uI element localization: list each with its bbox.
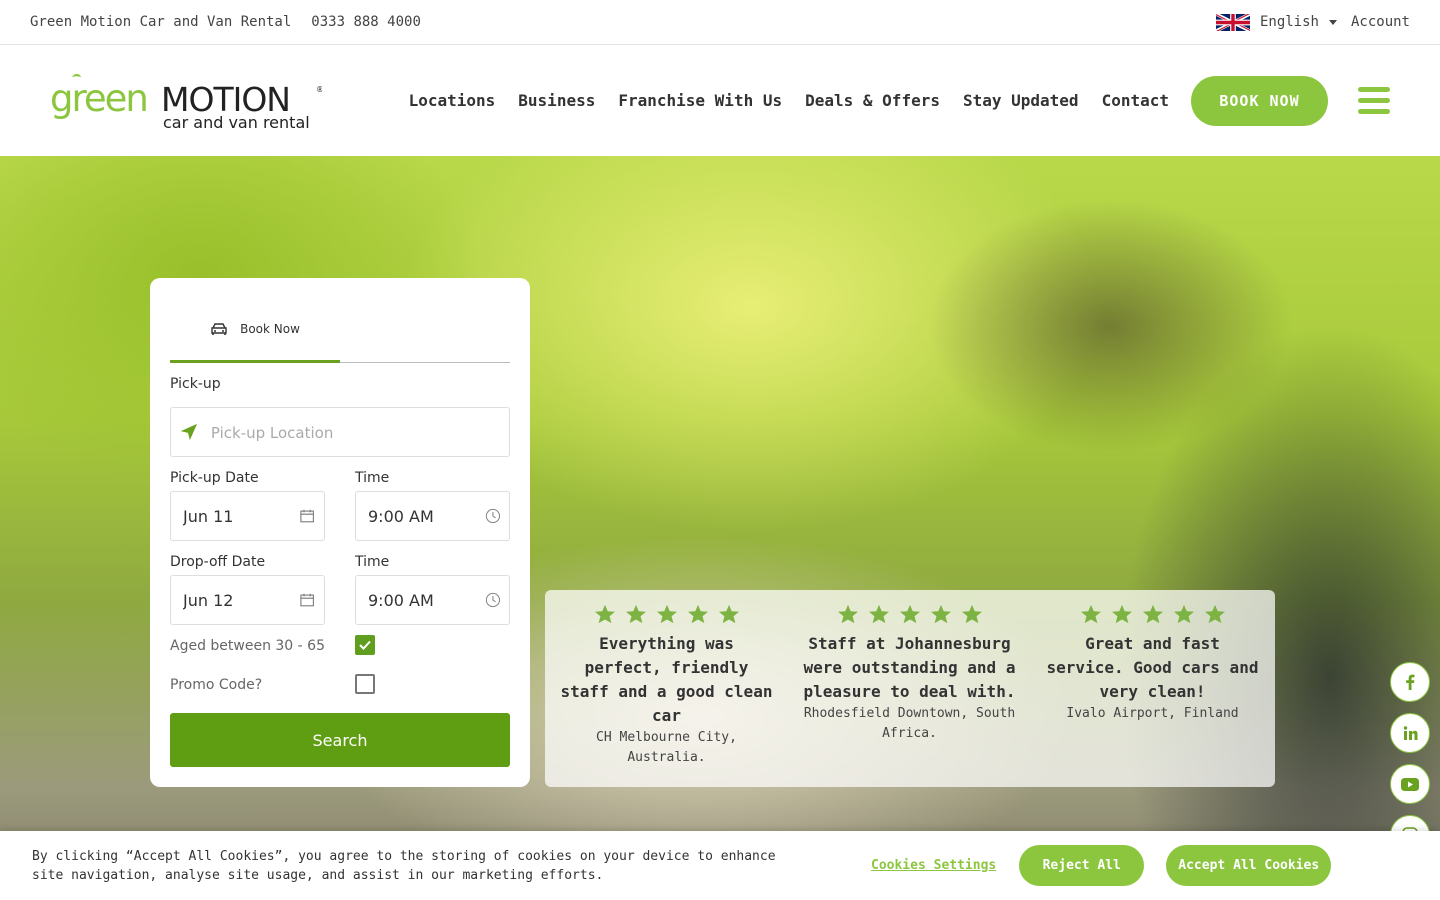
star-icon bbox=[1204, 604, 1225, 624]
star-icon bbox=[687, 604, 708, 624]
pickup-date-input[interactable] bbox=[183, 506, 300, 526]
clock-icon bbox=[485, 592, 501, 608]
star-icon bbox=[1142, 604, 1163, 624]
promo-code-label: Promo Code? bbox=[170, 677, 263, 693]
calendar-icon bbox=[300, 509, 314, 523]
uk-flag-icon bbox=[1215, 13, 1250, 31]
review-card: Staff at Johannesburg were outstanding a… bbox=[788, 590, 1031, 787]
linkedin-button[interactable] bbox=[1390, 713, 1430, 753]
main-header: green MOTION ® car and van rental Locati… bbox=[0, 45, 1440, 156]
youtube-button[interactable] bbox=[1390, 764, 1430, 804]
star-icon bbox=[899, 604, 920, 624]
review-text: Everything was perfect, friendly staff a… bbox=[560, 634, 773, 725]
nav-franchise[interactable]: Franchise With Us bbox=[618, 91, 782, 110]
nav-locations[interactable]: Locations bbox=[409, 91, 496, 110]
dropoff-date-input[interactable] bbox=[183, 590, 300, 610]
reject-all-button[interactable]: Reject All bbox=[1019, 845, 1145, 886]
car-icon bbox=[211, 323, 227, 335]
review-location: Ivalo Airport, Finland bbox=[1066, 706, 1239, 721]
pickup-label: Pick-up bbox=[170, 376, 221, 392]
cookie-message: By clicking “Accept All Cookies”, you ag… bbox=[32, 848, 776, 883]
age-checkbox[interactable] bbox=[355, 635, 375, 655]
star-icon bbox=[625, 604, 646, 624]
clock-icon bbox=[485, 508, 501, 524]
nav-contact[interactable]: Contact bbox=[1102, 91, 1169, 110]
star-icon bbox=[930, 604, 951, 624]
pickup-date-field[interactable] bbox=[170, 491, 325, 541]
promo-code-checkbox[interactable] bbox=[355, 674, 375, 694]
language-label: English bbox=[1259, 14, 1319, 30]
main-nav: Locations Business Franchise With Us Dea… bbox=[386, 75, 1390, 126]
star-icon bbox=[594, 604, 615, 624]
pickup-location-input[interactable] bbox=[210, 422, 509, 442]
language-selector[interactable]: English bbox=[1215, 13, 1337, 31]
star-icon bbox=[718, 604, 739, 624]
dropoff-time-input[interactable] bbox=[368, 590, 486, 610]
search-button[interactable]: Search bbox=[170, 713, 510, 767]
svg-text:®: ® bbox=[316, 85, 322, 94]
greenmotion-logo[interactable]: green MOTION ® car and van rental bbox=[50, 73, 322, 129]
book-now-button[interactable]: BOOK NOW bbox=[1191, 75, 1328, 126]
star-icon bbox=[961, 604, 982, 624]
age-label: Aged between 30 - 65 bbox=[170, 638, 325, 654]
dropoff-date-field[interactable] bbox=[170, 575, 325, 625]
pickup-time-label: Time bbox=[355, 470, 390, 486]
review-card: Everything was perfect, friendly staff a… bbox=[545, 590, 788, 787]
pickup-time-input[interactable] bbox=[368, 506, 486, 526]
logo-green-word: green bbox=[50, 77, 147, 120]
pickup-time-field[interactable] bbox=[355, 491, 510, 541]
review-card: Great and fast service. Good cars and ve… bbox=[1031, 590, 1274, 787]
calendar-icon bbox=[300, 593, 314, 607]
dropoff-time-label: Time bbox=[355, 554, 390, 570]
cookie-consent-bar: By clicking “Accept All Cookies”, you ag… bbox=[0, 831, 1440, 900]
youtube-icon bbox=[1401, 777, 1419, 791]
star-rating bbox=[557, 604, 776, 624]
star-icon bbox=[1111, 604, 1132, 624]
review-text: Great and fast service. Good cars and ve… bbox=[1046, 634, 1259, 701]
star-icon bbox=[1080, 604, 1101, 624]
star-rating bbox=[800, 604, 1019, 624]
facebook-button[interactable] bbox=[1390, 662, 1430, 702]
dropoff-date-label: Drop-off Date bbox=[170, 554, 266, 570]
nav-stay-updated[interactable]: Stay Updated bbox=[963, 91, 1079, 110]
facebook-icon bbox=[1406, 674, 1415, 690]
phone-number[interactable]: 0333 888 4000 bbox=[311, 14, 421, 30]
nav-deals[interactable]: Deals & Offers bbox=[805, 91, 940, 110]
booking-tabs: Book Now bbox=[170, 298, 510, 363]
linkedin-icon bbox=[1403, 725, 1417, 740]
location-arrow-icon bbox=[180, 423, 198, 441]
reviews-panel: Everything was perfect, friendly staff a… bbox=[545, 590, 1275, 787]
pickup-location-field[interactable] bbox=[170, 407, 510, 457]
pickup-date-label: Pick-up Date bbox=[170, 470, 259, 486]
accept-all-cookies-button[interactable]: Accept All Cookies bbox=[1166, 845, 1332, 886]
star-rating bbox=[1043, 604, 1262, 624]
star-icon bbox=[1173, 604, 1194, 624]
top-bar: Green Motion Car and Van Rental 0333 888… bbox=[0, 0, 1440, 45]
booking-widget: Book Now Pick-up Pick-up Date Time Drop-… bbox=[150, 278, 530, 787]
star-icon bbox=[868, 604, 889, 624]
star-icon bbox=[837, 604, 858, 624]
checkmark-icon bbox=[359, 640, 371, 650]
logo-tagline: car and van rental bbox=[163, 113, 310, 129]
cookies-settings-link[interactable]: Cookies Settings bbox=[871, 858, 996, 873]
dropoff-time-field[interactable] bbox=[355, 575, 510, 625]
hamburger-menu-icon[interactable] bbox=[1358, 87, 1390, 114]
review-text: Staff at Johannesburg were outstanding a… bbox=[803, 634, 1016, 701]
star-icon bbox=[656, 604, 677, 624]
tab-book-now[interactable]: Book Now bbox=[170, 298, 340, 363]
account-link[interactable]: Account bbox=[1351, 14, 1410, 30]
review-location: Rhodesfield Downtown, South Africa. bbox=[803, 706, 1016, 741]
company-name: Green Motion Car and Van Rental bbox=[30, 14, 292, 30]
nav-business[interactable]: Business bbox=[518, 91, 595, 110]
tab-book-now-label: Book Now bbox=[240, 322, 300, 336]
review-location: CH Melbourne City, Australia. bbox=[596, 730, 737, 765]
caret-down-icon bbox=[1328, 19, 1337, 25]
